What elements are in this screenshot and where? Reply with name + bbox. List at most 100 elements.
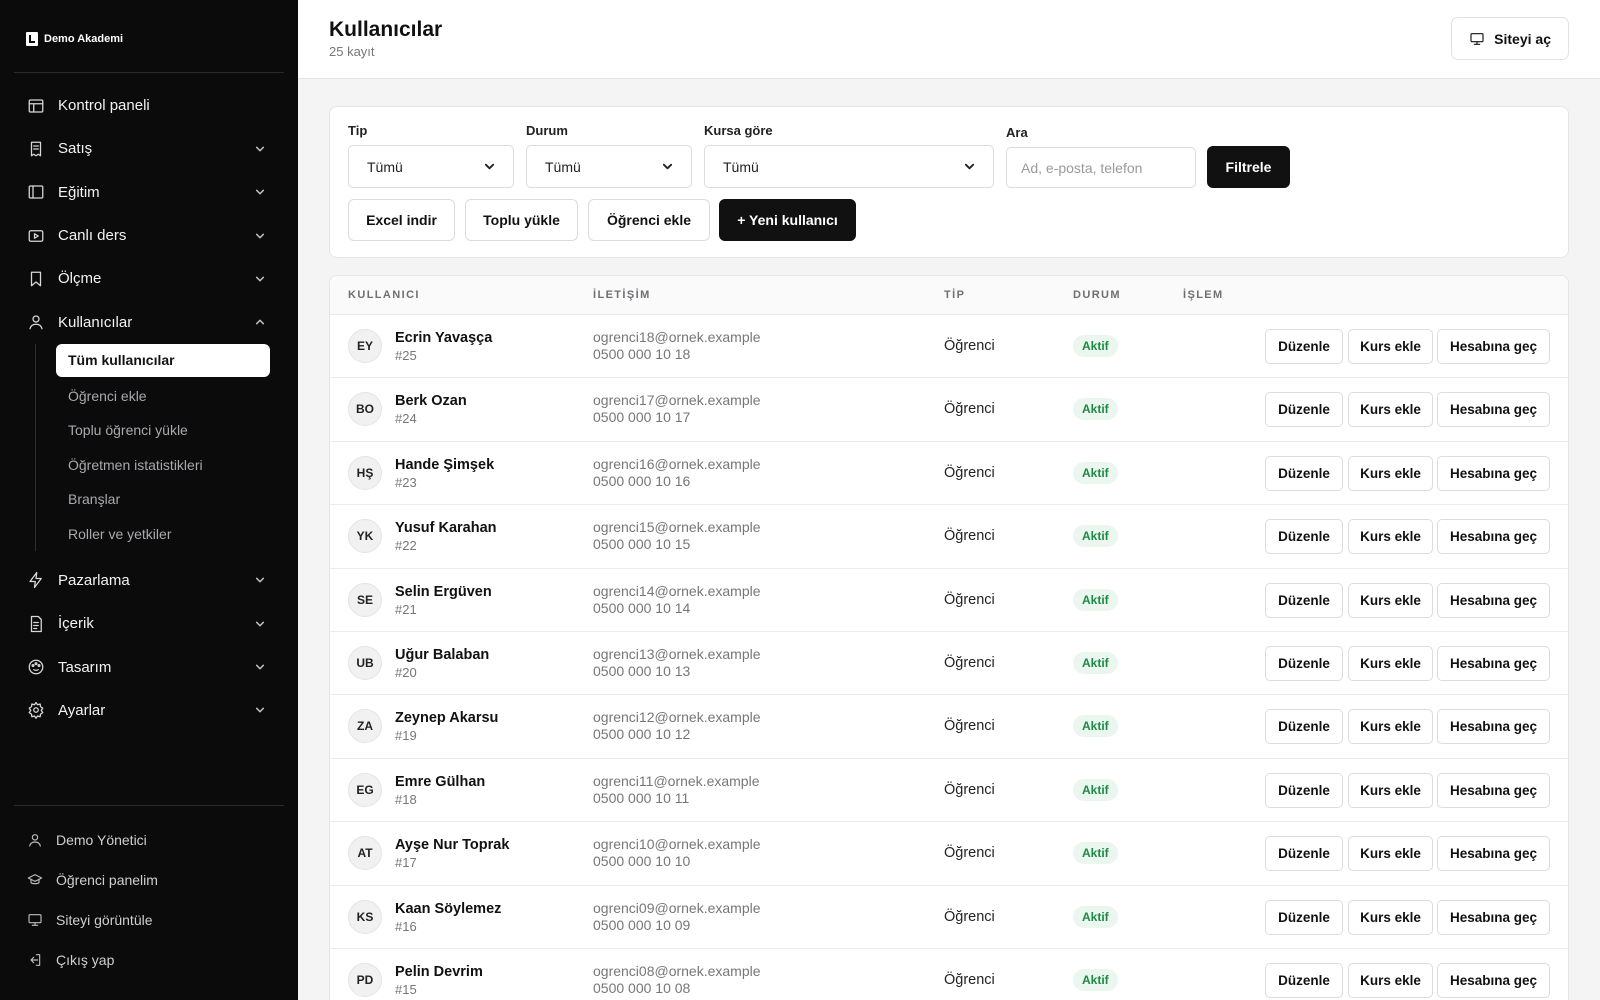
course-filter-select[interactable]: Tümü [704,145,994,188]
edit-button[interactable]: Düzenle [1265,836,1343,872]
monitor-icon [1470,32,1484,45]
edit-button[interactable]: Düzenle [1265,645,1343,681]
subnav-item[interactable]: Roller ve yetkiler [56,516,270,551]
sidebar-item-label: Ayarlar [58,701,106,719]
user-type: Öğrenci [944,908,995,925]
user-id: #18 [395,791,417,807]
impersonate-button[interactable]: Hesabına geç [1437,836,1550,872]
sidebar-bottom-item[interactable]: Siteyi görüntüle [14,900,284,940]
status-badge: Aktif [1073,335,1118,357]
impersonate-button[interactable]: Hesabına geç [1437,329,1550,364]
add-course-button[interactable]: Kurs ekle [1348,709,1433,745]
book-panel-icon [26,182,46,202]
sidebar-bottom-item[interactable]: Öğrenci panelim [14,860,284,900]
subnav-item[interactable]: Tüm kullanıcılar [56,343,270,377]
impersonate-button[interactable]: Hesabına geç [1437,582,1550,618]
user-type: Öğrenci [944,781,995,798]
add-course-button[interactable]: Kurs ekle [1348,645,1433,681]
user-email: ogrenci13@ornek.example [593,645,761,662]
add-course-button[interactable]: Kurs ekle [1348,329,1433,364]
add-course-button[interactable]: Kurs ekle [1348,962,1433,998]
impersonate-button[interactable]: Hesabına geç [1437,392,1550,428]
subnav-item[interactable]: Branşlar [56,482,270,517]
status-filter-select[interactable]: Tümü [526,145,692,188]
users-subnav: Tüm kullanıcılar Öğrenci ekle Toplu öğrenc… [35,343,284,551]
edit-button[interactable]: Düzenle [1265,455,1343,491]
chevron-down-icon [254,273,266,285]
sidebar-bottom-item[interactable]: Çıkış yap [14,940,284,980]
sidebar-item-measure[interactable]: Ölçme [14,257,284,300]
user-type: Öğrenci [944,401,995,418]
edit-button[interactable]: Düzenle [1265,329,1343,364]
edit-button[interactable]: Düzenle [1265,772,1343,808]
search-input[interactable] [1006,147,1196,188]
search-label: Ara [1006,125,1028,140]
edit-button[interactable]: Düzenle [1265,392,1343,428]
status-badge: Aktif [1073,778,1118,801]
subnav-item[interactable]: Öğrenci ekle [56,378,270,413]
edit-button[interactable]: Düzenle [1265,709,1343,745]
column-type: TİP [944,289,966,301]
impersonate-button[interactable]: Hesabına geç [1437,645,1550,681]
impersonate-button[interactable]: Hesabına geç [1437,519,1550,555]
add-course-button[interactable]: Kurs ekle [1348,392,1433,428]
edit-button[interactable]: Düzenle [1265,582,1343,618]
edit-button[interactable]: Düzenle [1265,899,1343,935]
sidebar-bottom-label: Siteyi görüntüle [56,912,153,928]
sidebar-item-label: Satış [58,140,93,158]
brand[interactable]: Demo Akademi [26,32,123,46]
impersonate-button[interactable]: Hesabına geç [1437,899,1550,935]
chevron-down-icon [254,704,266,716]
user-phone: 0500 000 10 14 [593,599,691,616]
sidebar-item-live[interactable]: Canlı ders [14,214,284,257]
add-student-button[interactable]: Öğrenci ekle [588,199,710,241]
sidebar-item-users[interactable]: Kullanıcılar [14,300,284,343]
sidebar-item-design[interactable]: Tasarım [14,645,284,688]
status-badge: Aktif [1073,588,1118,611]
user-id: #17 [395,855,417,871]
table-row: EG Emre Gülhan #18 ogrenci11@ornek.example 0… [330,759,1568,823]
open-site-button[interactable]: Siteyi aç [1451,17,1569,60]
user-type: Öğrenci [944,845,995,862]
chevron-down-icon [254,618,266,630]
sidebar-item-label: Pazarlama [58,571,130,589]
sidebar-bottom: Demo Yönetici Öğrenci panelim Siteyi görün… [14,820,284,980]
subnav-item[interactable]: Toplu öğrenci yükle [56,413,270,448]
add-course-button[interactable]: Kurs ekle [1348,899,1433,935]
filter-button[interactable]: Filtrele [1207,146,1290,188]
subnav-item[interactable]: Öğretmen istatistikleri [56,447,270,482]
edit-button[interactable]: Düzenle [1265,962,1343,998]
bulk-upload-button[interactable]: Toplu yükle [465,199,578,241]
user-name: Hande Şimşek [395,456,495,473]
sidebar-item-education[interactable]: Eğitim [14,171,284,214]
new-user-button[interactable]: + Yeni kullanıcı [719,199,856,241]
user-phone: 0500 000 10 10 [593,853,691,870]
excel-download-button[interactable]: Excel indir [348,199,455,241]
avatar: UB [348,645,382,680]
status-badge: Aktif [1073,842,1118,865]
impersonate-button[interactable]: Hesabına geç [1437,962,1550,998]
sidebar-item-dashboard[interactable]: Kontrol paneli [14,84,284,127]
sidebar-bottom-label: Demo Yönetici [56,832,147,848]
add-course-button[interactable]: Kurs ekle [1348,519,1433,555]
chevron-down-icon [662,163,673,170]
impersonate-button[interactable]: Hesabına geç [1437,709,1550,745]
add-course-button[interactable]: Kurs ekle [1348,455,1433,491]
sidebar-item-sales[interactable]: Satış [14,127,284,170]
status-badge: Aktif [1073,461,1118,484]
sidebar-bottom-item[interactable]: Demo Yönetici [14,820,284,860]
edit-button[interactable]: Düzenle [1265,519,1343,555]
user-type: Öğrenci [944,591,995,608]
impersonate-button[interactable]: Hesabına geç [1437,455,1550,491]
user-phone: 0500 000 10 17 [593,409,691,426]
sidebar-item-settings[interactable]: Ayarlar [14,689,284,732]
sidebar-item-marketing[interactable]: Pazarlama [14,559,284,602]
impersonate-button[interactable]: Hesabına geç [1437,772,1550,808]
add-course-button[interactable]: Kurs ekle [1348,772,1433,808]
type-filter-select[interactable]: Tümü [348,145,514,188]
sidebar-item-content[interactable]: İçerik [14,602,284,645]
add-course-button[interactable]: Kurs ekle [1348,582,1433,618]
user-name: Emre Gülhan [395,773,486,790]
add-course-button[interactable]: Kurs ekle [1348,836,1433,872]
sidebar-divider [14,805,284,806]
